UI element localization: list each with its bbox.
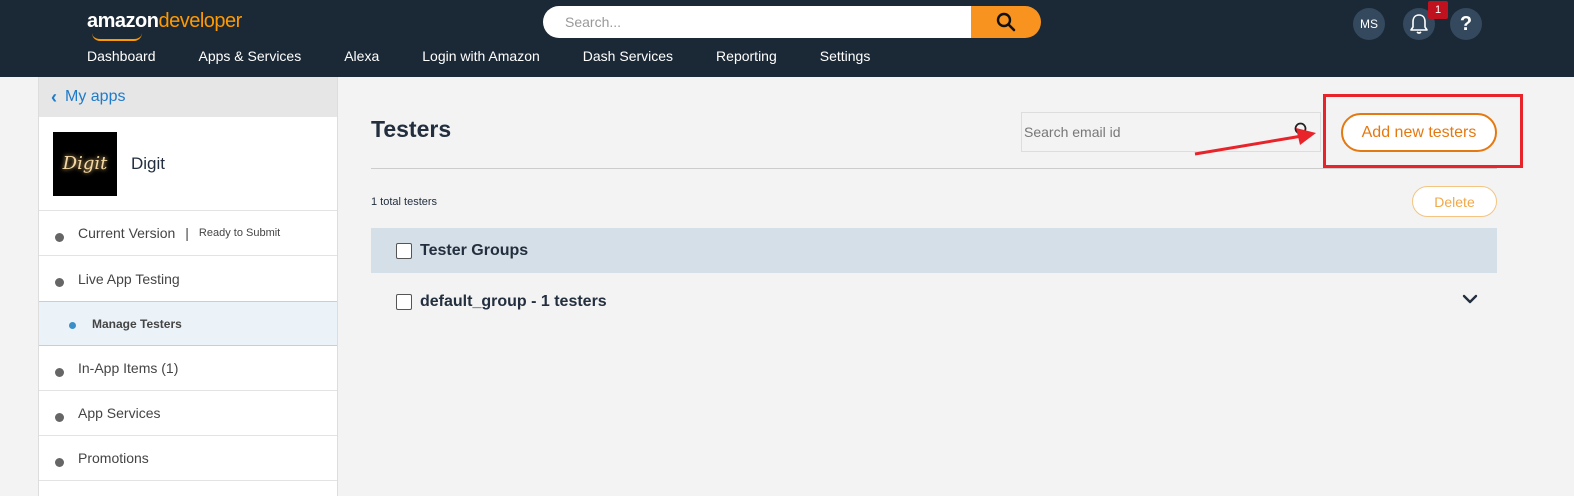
global-search bbox=[543, 6, 1041, 38]
back-link-label: My apps bbox=[65, 88, 126, 105]
sidebar-item-manage-testers[interactable]: Manage Testers bbox=[39, 301, 337, 346]
group-checkbox[interactable] bbox=[396, 293, 412, 310]
back-to-my-apps-link[interactable]: ‹ My apps bbox=[39, 77, 337, 117]
delete-button[interactable]: Delete bbox=[1412, 186, 1497, 217]
help-button[interactable]: ? bbox=[1450, 8, 1482, 40]
annotation-arrow-icon bbox=[1194, 128, 1316, 156]
main-nav: Dashboard Apps & Services Alexa Login wi… bbox=[87, 48, 913, 64]
bullet-icon bbox=[55, 457, 64, 467]
group-label: default_group - 1 testers bbox=[420, 292, 607, 310]
top-header: amazondeveloper Dashboard Apps & Service… bbox=[0, 0, 1574, 77]
app-summary: Digit Digit bbox=[39, 117, 337, 211]
nav-dashboard[interactable]: Dashboard bbox=[87, 48, 156, 64]
bullet-icon bbox=[55, 232, 64, 242]
bullet-icon bbox=[69, 322, 76, 329]
search-icon bbox=[996, 12, 1016, 32]
amazon-developer-logo[interactable]: amazondeveloper bbox=[87, 10, 242, 33]
global-search-button[interactable] bbox=[971, 6, 1041, 38]
app-name: Digit bbox=[131, 153, 166, 173]
app-icon: Digit bbox=[53, 131, 117, 196]
user-avatar[interactable]: MS bbox=[1353, 8, 1385, 40]
nav-settings[interactable]: Settings bbox=[820, 48, 871, 64]
tester-groups-header: Tester Groups bbox=[371, 228, 1497, 273]
nav-login-with-amazon[interactable]: Login with Amazon bbox=[422, 48, 540, 64]
tester-groups-title: Tester Groups bbox=[420, 241, 529, 259]
chevron-down-icon[interactable] bbox=[1461, 292, 1479, 306]
nav-reporting[interactable]: Reporting bbox=[716, 48, 777, 64]
sidebar-item-promotions[interactable]: Promotions bbox=[39, 436, 337, 481]
sidebar-item-live-app-testing[interactable]: Live App Testing bbox=[39, 256, 337, 301]
bullet-icon bbox=[55, 278, 64, 287]
bullet-icon bbox=[55, 367, 64, 377]
sidebar-item-label: Live App Testing bbox=[78, 270, 180, 287]
separator: | bbox=[185, 225, 189, 241]
notification-badge: 1 bbox=[1428, 1, 1448, 19]
sidebar-item-label: Current Version bbox=[78, 225, 176, 241]
app-sidebar: ‹ My apps Digit Digit Current Version | … bbox=[38, 77, 338, 496]
nav-dash-services[interactable]: Dash Services bbox=[583, 48, 673, 64]
total-testers-count: 1 total testers bbox=[371, 196, 438, 208]
sidebar-item-in-app-items[interactable]: In-App Items (1) bbox=[39, 346, 337, 391]
bullet-icon bbox=[55, 412, 64, 422]
header-divider bbox=[371, 168, 1497, 169]
nav-apps-services[interactable]: Apps & Services bbox=[199, 48, 302, 64]
sidebar-item-label: Manage Testers bbox=[92, 316, 182, 331]
sidebar-item-current-version[interactable]: Current Version | Ready to Submit bbox=[39, 211, 337, 256]
annotation-highlight-box bbox=[1323, 94, 1523, 168]
list-item[interactable]: default_group - 1 testers bbox=[371, 279, 1497, 324]
select-all-checkbox[interactable] bbox=[396, 242, 412, 259]
sidebar-item-label: Promotions bbox=[78, 450, 149, 466]
sidebar-item-app-services[interactable]: App Services bbox=[39, 391, 337, 436]
version-status: Ready to Submit bbox=[198, 227, 281, 239]
sidebar-item-label: In-App Items (1) bbox=[78, 360, 179, 376]
sidebar-item-label: App Services bbox=[78, 405, 161, 421]
page-title: Testers bbox=[371, 116, 452, 142]
logo-smile-icon bbox=[92, 33, 142, 41]
chevron-left-icon: ‹ bbox=[51, 86, 57, 107]
global-search-input[interactable] bbox=[543, 6, 971, 38]
bell-icon bbox=[1410, 14, 1428, 34]
nav-alexa[interactable]: Alexa bbox=[344, 48, 379, 64]
